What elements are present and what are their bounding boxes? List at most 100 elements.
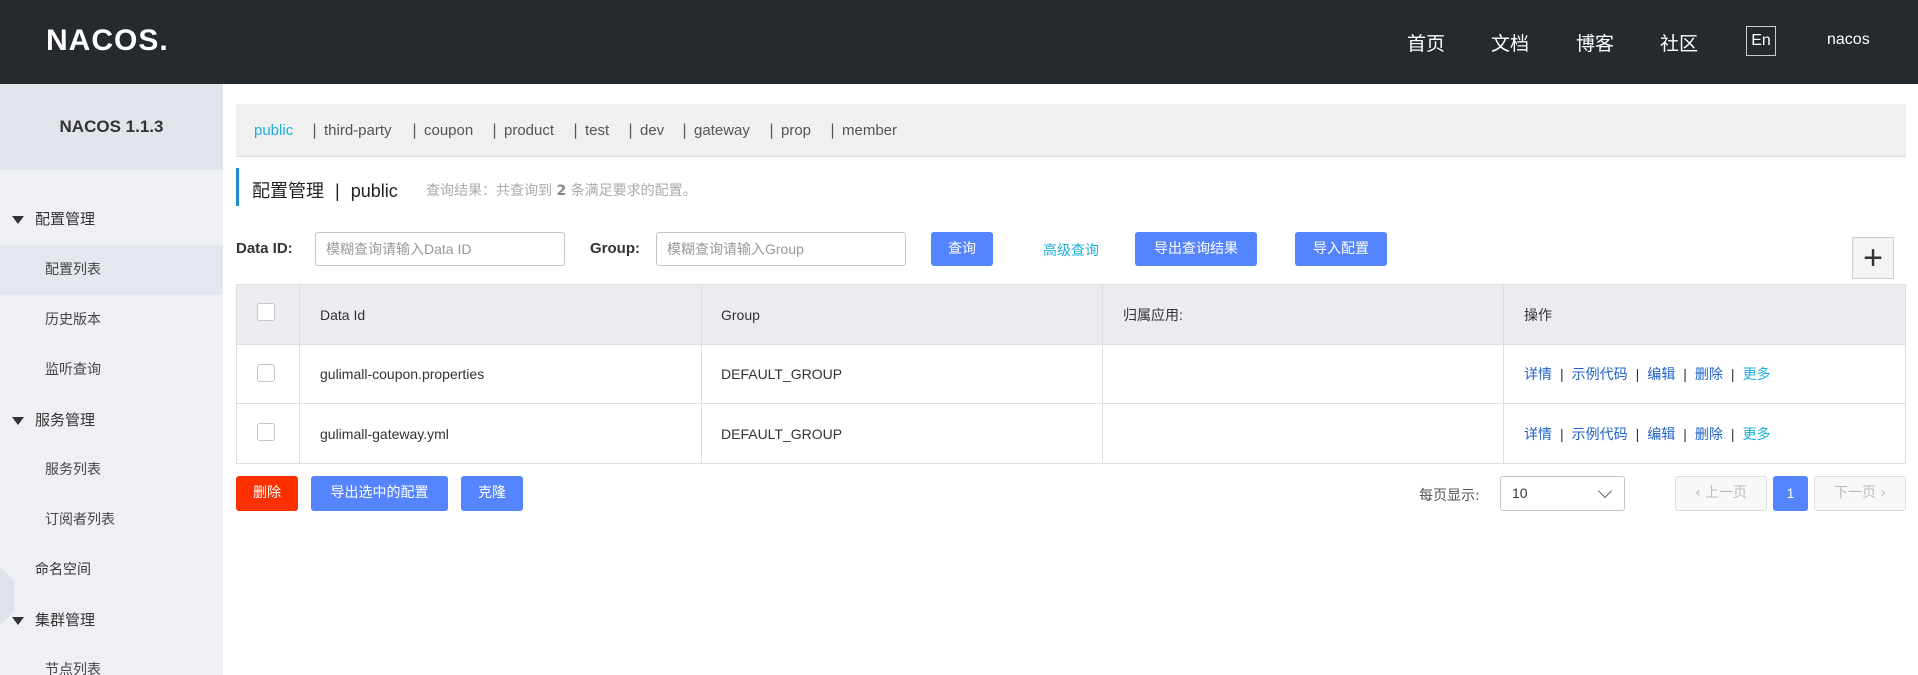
- more-link[interactable]: 更多: [1743, 364, 1771, 384]
- group-label: Group:: [590, 240, 640, 257]
- column-divider: [299, 285, 300, 344]
- action-separator: |: [1635, 425, 1640, 442]
- nav-home[interactable]: 首页: [1407, 29, 1445, 56]
- column-divider: [701, 404, 702, 463]
- sidebar-item-subscriber-list[interactable]: 订阅者列表: [0, 495, 223, 545]
- caret-down-icon: [12, 617, 24, 625]
- edit-link[interactable]: 编辑: [1647, 364, 1675, 384]
- sidebar-item-service-list[interactable]: 服务列表: [0, 445, 223, 495]
- chevron-down-icon: [1597, 483, 1613, 499]
- page-title-separator: |: [335, 181, 340, 201]
- row-group: DEFAULT_GROUP: [721, 425, 843, 442]
- namespace-bar: public | third-party | coupon | product …: [236, 104, 1906, 157]
- detail-link[interactable]: 详情: [1524, 364, 1552, 384]
- namespace-separator: |: [682, 121, 688, 139]
- next-page-button[interactable]: 下一页 ›: [1814, 476, 1906, 511]
- page-size-value: 10: [1512, 485, 1528, 501]
- username[interactable]: nacos: [1827, 31, 1870, 49]
- page-number-current[interactable]: 1: [1773, 476, 1808, 511]
- header-actions: 操作: [1524, 306, 1552, 323]
- header-dataid: Data Id: [320, 306, 366, 323]
- dataid-search-input[interactable]: [315, 232, 565, 266]
- namespace-separator: |: [312, 121, 318, 139]
- namespace-separator: |: [830, 121, 836, 139]
- export-selected-button[interactable]: 导出选中的配置: [311, 476, 448, 511]
- chevron-left-icon: ‹: [1694, 485, 1706, 501]
- header-app: 归属应用:: [1123, 306, 1183, 323]
- nav-community[interactable]: 社区: [1660, 29, 1698, 56]
- query-result-text: 查询结果：共查询到 2 条满足要求的配置。: [426, 180, 697, 200]
- row-dataid: gulimall-coupon.properties: [320, 366, 485, 382]
- language-toggle-button[interactable]: En: [1746, 26, 1776, 56]
- namespace-tab-third-party[interactable]: third-party: [324, 122, 392, 139]
- sample-code-link[interactable]: 示例代码: [1572, 364, 1628, 384]
- namespace-tab-gateway[interactable]: gateway: [694, 122, 750, 139]
- column-divider: [1503, 285, 1504, 344]
- page-title-namespace: public: [350, 181, 398, 201]
- table-row: gulimall-gateway.yml DEFAULT_GROUP 详情 | 示…: [237, 404, 1905, 463]
- sidebar-item-history[interactable]: 历史版本: [0, 295, 223, 345]
- namespace-tab-dev[interactable]: dev: [640, 122, 664, 139]
- column-divider: [1503, 404, 1504, 463]
- row-actions: 详情 | 示例代码 | 编辑 | 删除 | 更多: [1524, 345, 1771, 403]
- dataid-label: Data ID:: [236, 240, 293, 257]
- sidebar-item-config-list[interactable]: 配置列表: [0, 245, 223, 295]
- more-link[interactable]: 更多: [1743, 424, 1771, 444]
- column-divider: [299, 404, 300, 463]
- action-separator: |: [1635, 366, 1640, 382]
- delete-link[interactable]: 删除: [1695, 364, 1723, 384]
- sidebar-item-namespace[interactable]: 命名空间: [0, 545, 223, 595]
- namespace-separator: |: [769, 121, 775, 139]
- prev-page-button[interactable]: ‹ 上一页: [1675, 476, 1767, 511]
- namespace-tab-public[interactable]: public: [254, 122, 293, 139]
- nacos-logo[interactable]: NACOS.: [46, 24, 169, 58]
- prev-page-label: 上一页: [1705, 485, 1748, 501]
- title-accent-bar: [236, 168, 239, 206]
- namespace-tab-prop[interactable]: prop: [781, 122, 811, 139]
- action-separator: |: [1730, 425, 1735, 442]
- sidebar-group-config[interactable]: 配置管理: [0, 194, 223, 244]
- row-dataid: gulimall-gateway.yml: [320, 425, 449, 442]
- action-separator: |: [1730, 366, 1735, 382]
- page-size-label: 每页显示:: [1419, 488, 1480, 504]
- add-config-button[interactable]: +: [1852, 237, 1894, 279]
- chevron-right-icon: ›: [1875, 485, 1887, 501]
- column-divider: [1102, 404, 1103, 463]
- namespace-tab-member[interactable]: member: [842, 122, 897, 139]
- sidebar-group-cluster[interactable]: 集群管理: [0, 595, 223, 645]
- row-checkbox[interactable]: [257, 423, 275, 441]
- namespace-tab-test[interactable]: test: [585, 122, 609, 139]
- row-checkbox[interactable]: [257, 364, 275, 382]
- delete-link[interactable]: 删除: [1695, 424, 1723, 444]
- edit-link[interactable]: 编辑: [1647, 424, 1675, 444]
- row-group: DEFAULT_GROUP: [721, 366, 843, 382]
- export-query-result-button[interactable]: 导出查询结果: [1135, 232, 1257, 266]
- nav-docs[interactable]: 文档: [1491, 29, 1529, 56]
- action-separator: |: [1560, 366, 1564, 382]
- caret-down-icon: [12, 216, 24, 224]
- sidebar-group-service[interactable]: 服务管理: [0, 395, 223, 445]
- column-divider: [701, 345, 702, 403]
- namespace-tab-product[interactable]: product: [504, 122, 554, 139]
- column-divider: [1102, 285, 1103, 344]
- nav-blog[interactable]: 博客: [1576, 29, 1614, 56]
- select-all-checkbox[interactable]: [257, 303, 275, 321]
- table-header: Data Id Group 归属应用: 操作: [237, 285, 1905, 345]
- detail-link[interactable]: 详情: [1524, 424, 1552, 444]
- sidebar-group-label: 集群管理: [35, 611, 96, 629]
- namespace-tab-coupon[interactable]: coupon: [424, 122, 473, 139]
- query-button[interactable]: 查询: [931, 232, 993, 266]
- clone-button[interactable]: 克隆: [461, 476, 523, 511]
- page-title-main: 配置管理: [252, 181, 324, 201]
- sidebar: NACOS 1.1.3 配置管理 配置列表 历史版本 监听查询 服务管理 服务列…: [0, 84, 223, 675]
- namespace-separator: |: [492, 121, 498, 139]
- page-size-select[interactable]: 10: [1500, 476, 1625, 511]
- sample-code-link[interactable]: 示例代码: [1572, 424, 1628, 444]
- sidebar-item-node-list[interactable]: 节点列表: [0, 645, 223, 675]
- advanced-query-link[interactable]: 高级查询: [1043, 240, 1099, 260]
- action-separator: |: [1683, 366, 1687, 382]
- delete-selected-button[interactable]: 删除: [236, 476, 298, 511]
- group-search-input[interactable]: [656, 232, 906, 266]
- import-config-button[interactable]: 导入配置: [1295, 232, 1387, 266]
- sidebar-item-listener-query[interactable]: 监听查询: [0, 345, 223, 395]
